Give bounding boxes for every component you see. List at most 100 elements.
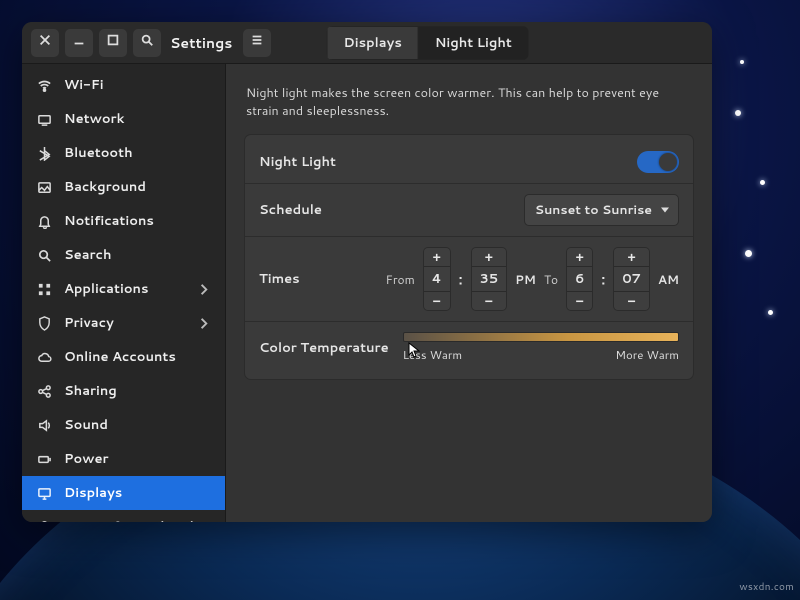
background-icon	[36, 179, 52, 195]
sidebar-item-displays[interactable]: Displays	[22, 476, 225, 510]
sidebar-item-label: Sound	[64, 416, 108, 434]
menu-button[interactable]	[243, 29, 271, 57]
sidebar-item-mouse[interactable]: Mouse & Touchpad	[22, 510, 225, 522]
times-label: Times	[259, 270, 300, 288]
content-area: Night light makes the screen color warme…	[226, 64, 712, 522]
minimize-icon	[72, 33, 86, 52]
night-light-panel: Night Light Schedule Sunset to Sunrise T…	[244, 134, 694, 380]
from-hour-spinner[interactable]: + 4 −	[423, 247, 451, 311]
wallpaper-star	[745, 250, 752, 257]
tab-displays[interactable]: Displays	[327, 26, 419, 60]
sidebar-item-label: Online Accounts	[64, 348, 176, 366]
schedule-dropdown[interactable]: Sunset to Sunrise	[524, 194, 679, 226]
search-icon	[36, 247, 52, 263]
maximize-button[interactable]	[99, 29, 127, 57]
sidebar-item-online-accounts[interactable]: Online Accounts	[22, 340, 225, 374]
sidebar-item-notifications[interactable]: Notifications	[22, 204, 225, 238]
wallpaper-star	[760, 180, 765, 185]
maximize-icon	[106, 33, 120, 52]
decrement-button[interactable]: −	[424, 292, 450, 310]
minimize-button[interactable]	[65, 29, 93, 57]
from-minute-value: 35	[472, 266, 507, 292]
cursor-icon	[408, 342, 422, 365]
sidebar-item-power[interactable]: Power	[22, 442, 225, 476]
schedule-value: Sunset to Sunrise	[535, 201, 652, 219]
search-icon	[140, 33, 154, 52]
sidebar-item-label: Search	[64, 246, 111, 264]
night-light-label: Night Light	[259, 153, 336, 171]
cloud-icon	[36, 349, 52, 365]
to-minute-spinner[interactable]: + 07 −	[613, 247, 650, 311]
hamburger-icon	[250, 33, 264, 52]
sidebar-item-label: Power	[64, 450, 109, 468]
schedule-label: Schedule	[259, 201, 322, 219]
sidebar-item-bluetooth[interactable]: Bluetooth	[22, 136, 225, 170]
watermark: wsxdn.com	[739, 580, 794, 594]
tab-night-light[interactable]: Night Light	[419, 26, 529, 60]
toggle-knob	[659, 153, 677, 171]
bluetooth-icon	[36, 145, 52, 161]
sidebar-item-wifi[interactable]: Wi-Fi	[22, 68, 225, 102]
sidebar-item-sound[interactable]: Sound	[22, 408, 225, 442]
to-label: To	[544, 271, 558, 288]
decrement-button[interactable]: −	[567, 292, 592, 310]
share-icon	[36, 383, 52, 399]
display-icon	[36, 485, 52, 501]
wallpaper-star	[768, 310, 773, 315]
from-label: From	[386, 271, 415, 288]
sidebar-item-label: Wi-Fi	[64, 76, 104, 94]
increment-button[interactable]: +	[472, 248, 507, 266]
color-temperature-label: Color Temperature	[259, 339, 389, 357]
sidebar-item-applications[interactable]: Applications	[22, 272, 225, 306]
settings-window: Settings Displays Night Light Wi-Fi Netw…	[22, 22, 712, 522]
decrement-button[interactable]: −	[614, 292, 649, 310]
time-colon: :	[601, 269, 605, 289]
sidebar-item-label: Applications	[64, 280, 148, 298]
bell-icon	[36, 213, 52, 229]
sidebar-item-label: Sharing	[64, 382, 117, 400]
to-ampm[interactable]: AM	[658, 271, 679, 288]
wallpaper-star	[735, 110, 741, 116]
view-tabs: Displays Night Light	[327, 26, 529, 60]
slider-max-label: More Warm	[615, 346, 679, 363]
sidebar-item-search[interactable]: Search	[22, 238, 225, 272]
times-controls: From + 4 − : + 35 − PM To	[386, 247, 679, 311]
to-minute-value: 07	[614, 266, 649, 292]
sidebar-item-background[interactable]: Background	[22, 170, 225, 204]
sound-icon	[36, 417, 52, 433]
sidebar-item-label: Notifications	[64, 212, 154, 230]
window-title: Settings	[170, 33, 232, 53]
from-hour-value: 4	[424, 266, 450, 292]
time-colon: :	[459, 269, 463, 289]
wifi-icon	[36, 77, 52, 93]
increment-button[interactable]: +	[424, 248, 450, 266]
network-icon	[36, 111, 52, 127]
sidebar-item-label: Background	[64, 178, 146, 196]
titlebar: Settings Displays Night Light	[22, 22, 712, 64]
increment-button[interactable]: +	[567, 248, 592, 266]
mouse-icon	[36, 519, 52, 522]
privacy-icon	[36, 315, 52, 331]
sidebar-item-privacy[interactable]: Privacy	[22, 306, 225, 340]
increment-button[interactable]: +	[614, 248, 649, 266]
decrement-button[interactable]: −	[472, 292, 507, 310]
apps-icon	[36, 281, 52, 297]
to-hour-spinner[interactable]: + 6 −	[566, 247, 593, 311]
power-icon	[36, 451, 52, 467]
page-description: Night light makes the screen color warme…	[246, 84, 686, 120]
search-button[interactable]	[133, 29, 161, 57]
close-icon	[38, 33, 52, 52]
from-ampm[interactable]: PM	[515, 271, 536, 288]
sidebar-item-label: Displays	[64, 484, 122, 502]
chevron-right-icon	[195, 315, 211, 331]
sidebar[interactable]: Wi-Fi Network Bluetooth Background Notif…	[22, 64, 226, 522]
to-hour-value: 6	[567, 266, 592, 292]
sidebar-item-network[interactable]: Network	[22, 102, 225, 136]
chevron-right-icon	[195, 281, 211, 297]
sidebar-item-sharing[interactable]: Sharing	[22, 374, 225, 408]
sidebar-item-label: Network	[64, 110, 124, 128]
close-button[interactable]	[31, 29, 59, 57]
from-minute-spinner[interactable]: + 35 −	[471, 247, 508, 311]
color-temperature-slider[interactable]	[403, 332, 679, 342]
night-light-toggle[interactable]	[637, 151, 679, 173]
